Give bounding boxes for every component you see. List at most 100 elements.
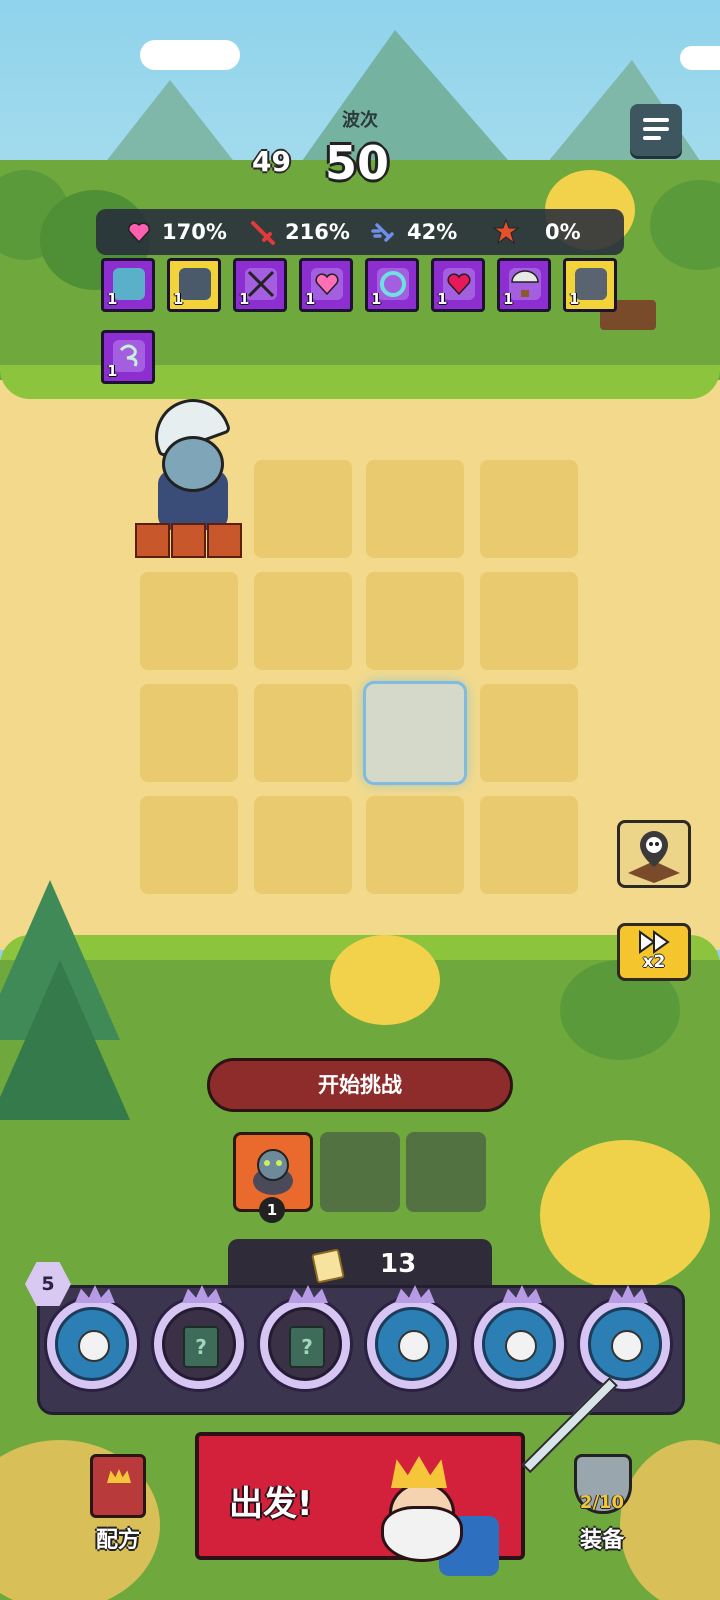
stat-value: 0%	[545, 220, 581, 244]
current-wave-number: 50	[325, 136, 390, 190]
card-count: 1	[503, 290, 514, 308]
wave-label: 波次	[342, 110, 378, 131]
treasure-tower-card[interactable]: 1	[167, 258, 221, 312]
team-slot-hero[interactable]	[364, 1285, 460, 1392]
grid-slot[interactable]	[254, 796, 352, 894]
speed-label: x2	[642, 952, 666, 972]
grid-slot[interactable]	[254, 572, 352, 670]
grid-slot[interactable]	[140, 684, 238, 782]
stats-bar: 170% 216% 42% 0%	[96, 209, 624, 255]
whirlwind-card-icon	[113, 340, 145, 372]
cloud	[140, 40, 240, 70]
card-count: 1	[173, 290, 184, 308]
team-slot-hero[interactable]	[44, 1285, 140, 1392]
grid-slot[interactable]	[480, 684, 578, 782]
grid-slot[interactable]	[140, 572, 238, 670]
card-count: 1	[305, 290, 316, 308]
scroll-ticket-icon	[311, 1248, 345, 1284]
stat-value: 42%	[407, 220, 458, 244]
turret-card[interactable]: 1	[101, 258, 155, 312]
speed-x2-button[interactable]: x2	[617, 923, 691, 981]
stat-attack-speed: 42%	[371, 209, 457, 255]
turret-card-icon	[113, 268, 145, 300]
locked-slot-inner: ?	[268, 1307, 342, 1381]
grid-slot[interactable]	[366, 572, 464, 670]
heart-burst-card[interactable]: 1	[431, 258, 485, 312]
crown-icon	[107, 1469, 131, 1483]
start-challenge-button[interactable]: 开始挑战	[207, 1058, 513, 1112]
skull-icon	[628, 831, 680, 883]
mystery-card-icon: ?	[289, 1326, 325, 1368]
skull-altar-card-icon	[575, 268, 607, 300]
menu-icon	[643, 136, 661, 140]
stat-crit: 0%	[492, 209, 581, 255]
crit-burst-icon	[492, 218, 520, 245]
grid-slot[interactable]	[140, 796, 238, 894]
grid-slot[interactable]	[480, 572, 578, 670]
queue-slot-empty	[406, 1132, 486, 1212]
avatar-icon	[611, 1330, 643, 1362]
grid-slot[interactable]	[254, 684, 352, 782]
previous-wave-number: 49	[252, 145, 291, 178]
yellow-tree	[330, 935, 440, 1025]
heart-flower-card[interactable]: 1	[299, 258, 353, 312]
battle-field	[0, 380, 720, 950]
cloud	[680, 46, 720, 70]
king-character	[369, 1456, 499, 1576]
currency-value: 13	[380, 1249, 417, 1279]
stat-value: 216%	[285, 220, 350, 244]
grid-slot-selected[interactable]	[366, 684, 464, 782]
menu-button[interactable]	[630, 104, 682, 156]
stat-value: 170%	[162, 220, 227, 244]
hero-slot-inner	[588, 1307, 662, 1381]
card-count: 1	[107, 362, 118, 380]
card-count: 1	[569, 290, 580, 308]
currency-display: 13	[228, 1239, 492, 1289]
heart-flower-card-icon	[311, 268, 343, 300]
hero-equipment	[135, 523, 243, 558]
queue-count-badge: 1	[259, 1197, 285, 1223]
queue-slot-empty	[320, 1132, 400, 1212]
parachute-card-icon	[509, 268, 541, 300]
go-label: 出发!	[229, 1484, 313, 1524]
team-slot-hero[interactable]	[471, 1285, 567, 1392]
mystery-card-icon: ?	[183, 1326, 219, 1368]
team-slot-hero[interactable]	[577, 1285, 673, 1392]
flame-sword-icon	[171, 523, 206, 558]
skull-altar-card[interactable]: 1	[563, 258, 617, 312]
grid-slot[interactable]	[254, 460, 352, 558]
speed-sword-icon	[371, 219, 397, 245]
stat-health: 170%	[126, 209, 227, 255]
team-slot-locked[interactable]: ?	[257, 1285, 353, 1392]
skull-boss-button[interactable]	[617, 820, 691, 888]
go-button[interactable]: 出发!	[195, 1432, 525, 1576]
parachute-card[interactable]: 1	[497, 258, 551, 312]
menu-icon	[643, 118, 669, 122]
locked-slot-inner: ?	[162, 1307, 236, 1381]
card-count: 1	[371, 290, 382, 308]
hero-slot-inner	[55, 1307, 129, 1381]
grid-slot[interactable]	[480, 460, 578, 558]
whirlwind-card[interactable]: 1	[101, 330, 155, 384]
card-count: 1	[107, 290, 118, 308]
ring-card-icon	[377, 268, 409, 300]
fast-forward-icon	[639, 930, 670, 954]
grid-slot[interactable]	[480, 796, 578, 894]
avatar-icon	[505, 1330, 537, 1362]
grid-slot[interactable]	[366, 796, 464, 894]
hero-slot-inner	[482, 1307, 556, 1381]
stat-attack: 216%	[249, 209, 350, 255]
avatar-icon	[78, 1330, 110, 1362]
crossed-swords-card[interactable]: 1	[233, 258, 287, 312]
crossed-swords-card-icon	[245, 268, 277, 300]
king-beard	[381, 1506, 463, 1562]
card-count: 1	[239, 290, 250, 308]
team-slot-locked[interactable]: ?	[151, 1285, 247, 1392]
hero-slot-inner	[375, 1307, 449, 1381]
ring-card[interactable]: 1	[365, 258, 419, 312]
yellow-tree	[540, 1140, 710, 1290]
menu-icon	[643, 127, 669, 131]
grid-slot[interactable]	[366, 460, 464, 558]
heart-burst-card-icon	[443, 268, 475, 300]
equipment-label: 装备	[579, 1528, 624, 1553]
